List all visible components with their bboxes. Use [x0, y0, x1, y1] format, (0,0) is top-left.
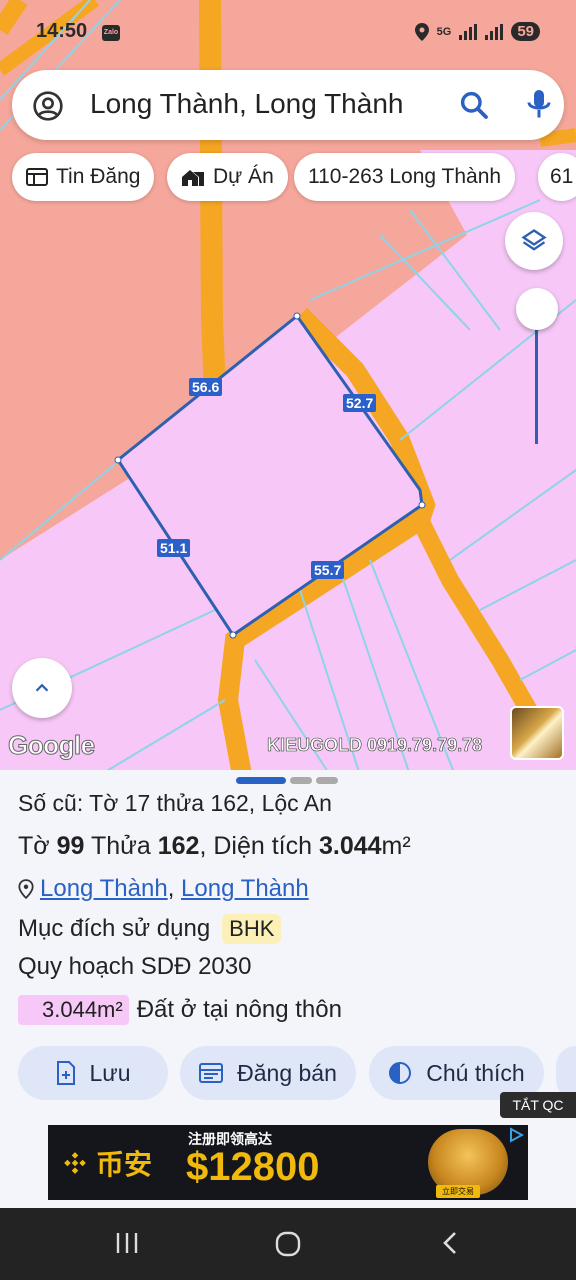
chip-label: 110-263 Long Thành — [308, 165, 502, 188]
zalo-notification-icon: Zalo — [102, 25, 120, 41]
chip-address[interactable]: 110-263 Long Thành — [294, 153, 516, 201]
save-button[interactable]: Lưu — [18, 1046, 168, 1100]
back-icon[interactable] — [438, 1230, 464, 1256]
edge-dimension-right: 52.7 — [343, 394, 377, 412]
purpose-label: Mục đích sử dụng — [18, 915, 211, 942]
chip-label: Dự Án — [213, 165, 274, 188]
ad-choices-icon[interactable] — [508, 1127, 524, 1143]
location-link-town[interactable]: Long Thành — [181, 875, 309, 902]
legend-label: Chú thích — [426, 1059, 525, 1086]
area-value: 3.044 — [318, 832, 382, 860]
parcel-summary: Tờ 99 Thửa 162, Diện tích 3.044m² — [18, 832, 411, 860]
recent-apps-icon[interactable] — [114, 1230, 140, 1256]
status-icons: 5G 59 — [414, 22, 540, 41]
signal-icon — [459, 23, 478, 40]
save-label: Lưu — [89, 1059, 131, 1086]
expand-sheet-button[interactable] — [12, 658, 72, 718]
plan-row: 3.044m² Đất ở tại nông thôn — [18, 995, 342, 1025]
listing-icon — [199, 1063, 224, 1083]
location-link-district[interactable]: Long Thành — [40, 875, 168, 902]
post-for-sale-label: Đăng bán — [237, 1059, 337, 1086]
plan-land-type: Đất ở tại nông thôn — [136, 996, 342, 1023]
purpose-code-badge: BHK — [222, 914, 282, 944]
location-separator: , — [167, 875, 175, 902]
edge-dimension-top: 56.6 — [189, 378, 223, 396]
plan-label: Quy hoạch SDĐ 2030 — [18, 953, 252, 980]
layers-button[interactable] — [505, 212, 563, 270]
chip-du-an[interactable]: Dự Án — [167, 153, 288, 201]
mic-icon[interactable] — [524, 87, 554, 123]
signal-icon — [485, 23, 504, 40]
zoom-slider-track[interactable] — [535, 310, 538, 444]
chevron-up-icon — [35, 683, 49, 692]
chip-label: 61 — [550, 165, 574, 188]
newspaper-icon — [26, 168, 48, 186]
edge-dimension-left: 51.1 — [157, 539, 191, 557]
sheet-label: Tờ — [18, 832, 50, 860]
account-circle-icon[interactable] — [32, 90, 64, 122]
search-input[interactable]: Long Thành, Long Thành — [90, 88, 403, 120]
plan-area-badge: 3.044m² — [18, 995, 129, 1025]
5g-icon: 5G — [436, 25, 452, 38]
layers-icon — [521, 229, 547, 251]
ad-banner[interactable]: 币安 注册即领高达 $12800 立即交易 — [48, 1125, 528, 1200]
map-watermark: KIEUGOLD 0919.79.79.78 — [267, 735, 483, 756]
edge-dimension-bottom: 55.7 — [311, 561, 345, 579]
contrast-icon — [389, 1062, 412, 1084]
chip-tin-dang[interactable]: Tin Đăng — [12, 153, 155, 201]
house-icon — [182, 170, 204, 186]
land-use-row: Mục đích sử dụng BHK — [18, 914, 282, 944]
add-doc-icon — [56, 1061, 75, 1085]
post-for-sale-button[interactable]: Đăng bán — [180, 1046, 356, 1100]
binance-logo-icon — [64, 1152, 86, 1174]
ad-cta[interactable]: 立即交易 — [436, 1185, 480, 1198]
search-bar[interactable]: Long Thành, Long Thành — [12, 70, 564, 140]
close-ad-button[interactable]: TẮT QC — [500, 1092, 576, 1118]
chip-more[interactable]: 61 — [538, 153, 576, 201]
filter-chips: Tin Đăng Dự Án 110-263 Long Thành 61 — [12, 153, 576, 201]
ad-amount: $12800 — [186, 1145, 320, 1189]
system-nav-bar — [0, 1208, 576, 1280]
status-time: 14:50 — [36, 20, 88, 42]
chip-label: Tin Đăng — [56, 165, 141, 188]
parcel-number: 162 — [157, 832, 200, 860]
search-icon[interactable] — [458, 89, 490, 121]
old-reference: Số cũ: Tờ 17 thửa 162, Lộc An — [18, 790, 332, 816]
sheet-number: 99 — [56, 832, 85, 860]
location-row: Long Thành, Long Thành — [18, 875, 309, 903]
google-logo: Google — [8, 730, 96, 761]
action-buttons: Lưu Đăng bán Chú thích — [18, 1046, 576, 1100]
location-icon — [414, 22, 429, 41]
location-pin-icon — [18, 879, 34, 899]
street-view-thumbnail[interactable] — [510, 706, 564, 760]
sheet-handle[interactable] — [236, 777, 338, 784]
battery-indicator: 59 — [511, 22, 540, 41]
area-unit: m² — [381, 832, 411, 860]
area-label: Diện tích — [213, 832, 313, 860]
ad-brand-text: 币安 — [96, 1149, 153, 1180]
status-bar: 14:50 Zalo 5G 59 — [0, 0, 576, 64]
parcel-label: Thửa — [90, 832, 151, 860]
zoom-slider-knob[interactable] — [516, 288, 558, 330]
ad-brand: 币安 — [62, 1143, 152, 1183]
home-icon[interactable] — [274, 1230, 302, 1258]
